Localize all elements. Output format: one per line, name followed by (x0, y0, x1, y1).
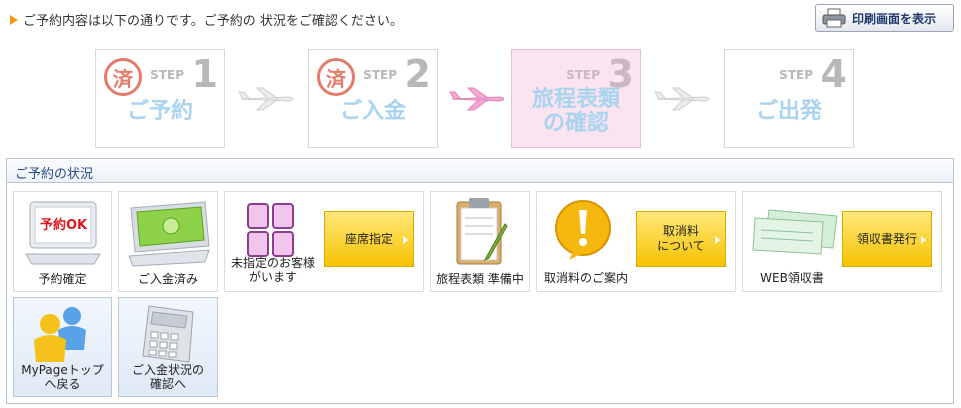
seat-card-label: 未指定のお客様 がいます (225, 256, 321, 284)
mypage-label: MyPageトップ へ戻る (14, 363, 111, 391)
exclamation-icon (555, 200, 611, 260)
step-title-line1: 旅程表類 (531, 87, 620, 112)
step-title-line2: の確認 (542, 111, 609, 136)
step-2: 済 STEP 2 ご入金 (308, 49, 438, 148)
step-title: 旅程表類 の確認 (512, 88, 640, 136)
step-label: STEP (779, 68, 813, 82)
cancellation-card: 取消料のご案内 取消料 について (536, 191, 736, 292)
mypage-label-line1: MyPageトップ (21, 363, 104, 377)
seat-label-line1: 未指定のお客様 (230, 256, 315, 270)
receipt-card-label: WEB領収書 (760, 271, 824, 285)
step-title: ご予約 (126, 99, 193, 124)
step-1: 済 STEP 1 ご予約 (95, 49, 225, 148)
step-number: 2 (404, 52, 431, 96)
step-4: STEP 4 ご出発 (724, 49, 854, 148)
payment-done-card: ご入金済み (118, 191, 218, 292)
step-label: STEP (150, 68, 184, 82)
seat-designation-card: 未指定のお客様 がいます 座席指定 (224, 191, 424, 292)
notice: ご予約内容は以下の通りです。ご予約の 状況をご確認ください。 (10, 10, 403, 29)
mypage-label-line2: へ戻る (44, 377, 81, 391)
print-button-label: 印刷画面を表示 (852, 11, 937, 26)
payment-status-button[interactable]: ご入金状況の 確認へ (118, 297, 218, 397)
cancel-button-line2: について (657, 239, 705, 253)
print-button[interactable]: 印刷画面を表示 (815, 4, 954, 32)
monitor-icon (25, 201, 101, 265)
card-label: 旅程表類 準備中 (436, 272, 524, 286)
cancellation-fee-button[interactable]: 取消料 について (636, 211, 726, 267)
plane-icon (449, 87, 505, 111)
receipt-icon (752, 209, 838, 255)
step-label: STEP (363, 68, 397, 82)
mypage-top-button[interactable]: MyPageトップ へ戻る (13, 297, 112, 397)
step-title: ご出発 (755, 99, 822, 124)
payment-status-label-line2: 確認へ (149, 377, 186, 391)
itinerary-card: 旅程表類 準備中 (430, 191, 530, 292)
notice-text: ご予約内容は以下の通りです。ご予約の 状況をご確認ください。 (23, 14, 403, 29)
panel-title: ご予約の状況 (7, 159, 953, 183)
step-number: 4 (820, 52, 847, 96)
cancel-button-line1: 取消料 (662, 224, 699, 238)
plane-icon (238, 87, 294, 111)
reservation-ok-badge: 予約OK (40, 218, 88, 233)
cancel-card-label: 取消料のご案内 (543, 271, 628, 285)
card-label: ご入金済み (137, 272, 198, 286)
plane-icon (654, 87, 710, 111)
step-3: STEP 3 旅程表類 の確認 (511, 49, 641, 148)
payment-status-label: ご入金状況の 確認へ (119, 363, 217, 391)
issue-receipt-button[interactable]: 領収書発行 (842, 211, 932, 267)
done-stamp-icon: 済 (317, 58, 355, 96)
step-number: 1 (191, 52, 218, 96)
calculator-icon (142, 305, 194, 363)
reservation-status-panel: ご予約の状況 予約OK 予約確定 ご入金済み 未指定のお客様 がいます 座席指定… (6, 158, 954, 404)
seat-label-line2: がいます (248, 270, 297, 284)
arrow-bullet-icon (10, 14, 18, 25)
seats-icon (247, 203, 294, 257)
users-icon (34, 307, 86, 362)
seat-designation-button[interactable]: 座席指定 (324, 211, 414, 267)
web-receipt-card: WEB領収書 領収書発行 (742, 191, 942, 292)
payment-status-label-line1: ご入金状況の (131, 363, 204, 377)
done-stamp-icon: 済 (104, 58, 142, 96)
step-label: STEP (566, 68, 600, 82)
money-monitor-icon (128, 201, 210, 267)
step-title: ご入金 (339, 99, 406, 124)
reservation-confirmed-card: 予約OK 予約確定 (13, 191, 112, 292)
printer-icon (822, 8, 846, 28)
clipboard-icon (456, 198, 508, 265)
card-label: 予約確定 (38, 272, 87, 286)
